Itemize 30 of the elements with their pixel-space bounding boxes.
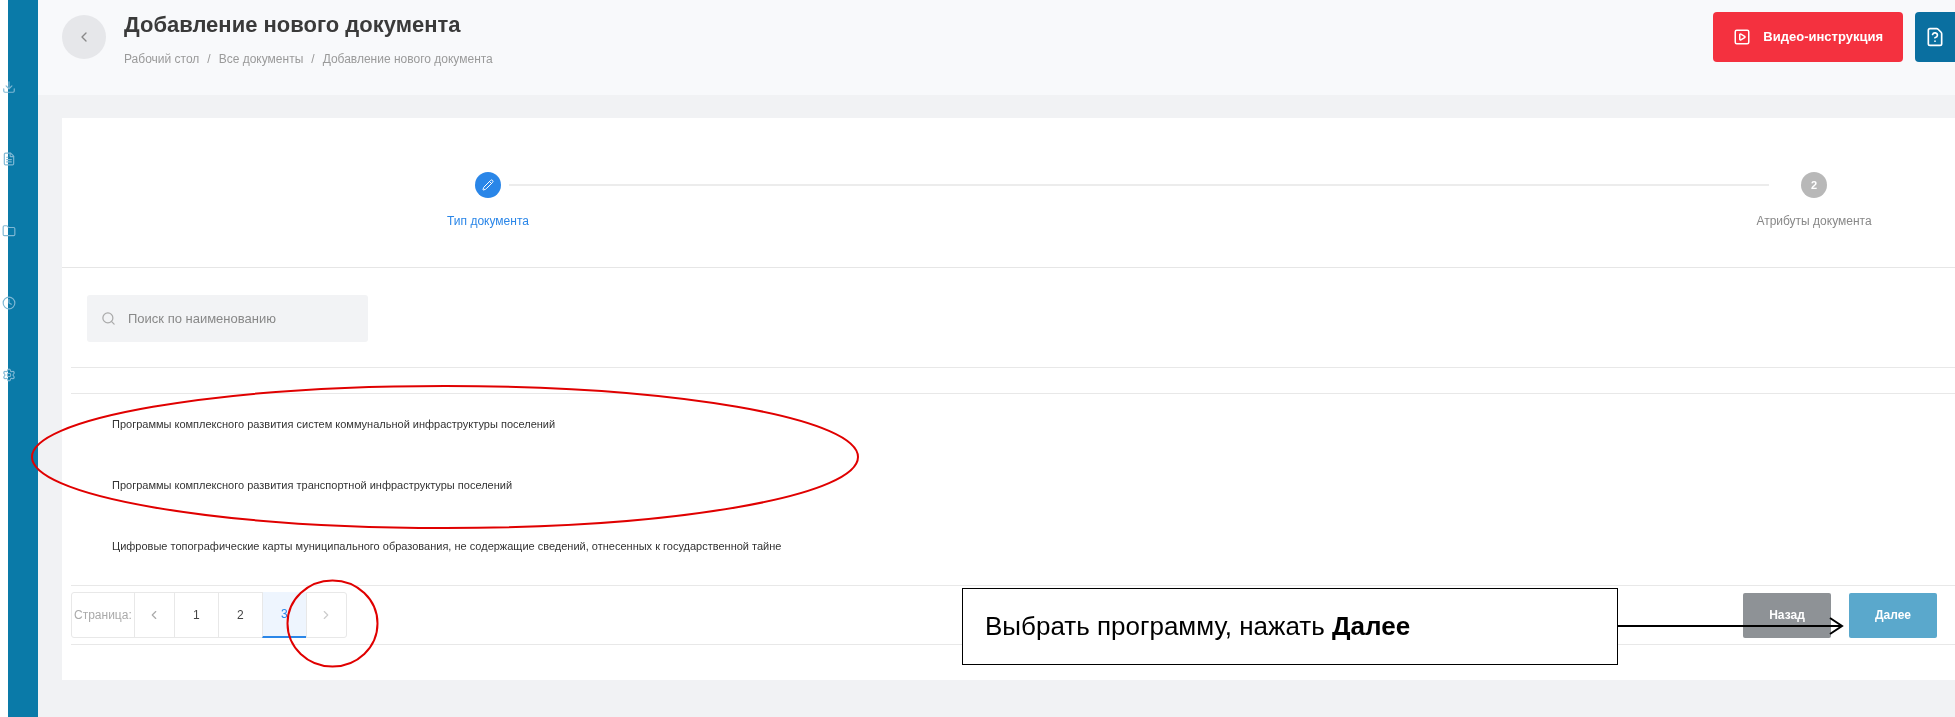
- document-icon[interactable]: [2, 152, 16, 166]
- download-icon[interactable]: [2, 80, 16, 94]
- search-field[interactable]: Поиск по наименованию: [87, 295, 368, 342]
- video-instruction-button[interactable]: Видео-инструкция: [1713, 12, 1903, 62]
- help-icon: [1925, 27, 1945, 47]
- breadcrumb-separator: /: [207, 51, 211, 68]
- callout: Выбрать программу, нажать Далее: [962, 588, 1618, 665]
- next-button[interactable]: Далее: [1849, 592, 1937, 638]
- folder-icon[interactable]: [2, 224, 16, 238]
- document-type-row[interactable]: Цифровые топографические карты муниципального образования, не содержащие сведений, отнесенных к государственной тайне: [71, 516, 1955, 577]
- page-label: Страница:: [73, 607, 133, 624]
- settings-icon[interactable]: [2, 368, 16, 382]
- help-button[interactable]: [1915, 12, 1955, 62]
- search-icon: [101, 311, 116, 326]
- page-button[interactable]: 2: [217, 592, 262, 638]
- page-title: Добавление нового документа: [124, 11, 462, 39]
- document-type-row[interactable]: Программы комплексного развития систем коммунальной инфраструктуры поселений: [71, 394, 1955, 455]
- breadcrumb-link[interactable]: Все документы: [218, 50, 304, 68]
- step-label[interactable]: Тип документа: [447, 212, 529, 230]
- page-button[interactable]: 3: [261, 592, 306, 638]
- step-label[interactable]: Атрибуты документа: [1756, 212, 1872, 230]
- pencil-icon: [482, 179, 494, 191]
- back-step-button[interactable]: Назад: [1743, 592, 1831, 638]
- step-marker: 2: [1801, 172, 1827, 198]
- page-button[interactable]: 1: [173, 592, 218, 638]
- clock-icon[interactable]: [2, 296, 16, 310]
- breadcrumb-link[interactable]: Рабочий стол: [124, 50, 200, 68]
- play-icon: [1733, 28, 1752, 46]
- breadcrumb-separator: /: [311, 51, 315, 68]
- document-type-row[interactable]: Программы комплексного развития транспортной инфраструктуры поселений: [71, 455, 1955, 516]
